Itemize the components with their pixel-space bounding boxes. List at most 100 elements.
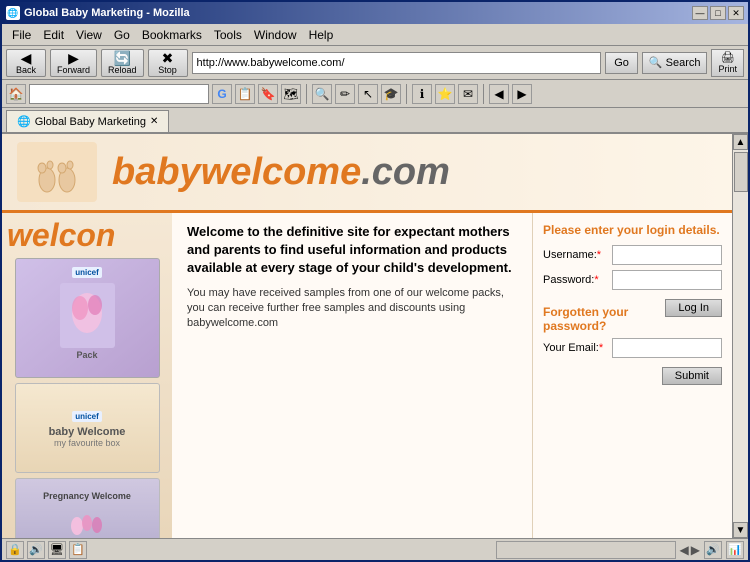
login-button[interactable]: Log In xyxy=(665,299,722,317)
email-input[interactable] xyxy=(612,338,722,358)
hat-icon[interactable]: 🎓 xyxy=(381,84,401,104)
forward-icon: ▶ xyxy=(68,51,79,65)
status-nav-prev[interactable]: ◀ xyxy=(680,543,689,557)
scroll-down-button[interactable]: ▼ xyxy=(733,522,748,538)
username-input[interactable] xyxy=(612,245,722,265)
password-required: * xyxy=(594,274,598,286)
browser-window: 🌐 Global Baby Marketing - Mozilla — □ ✕ … xyxy=(0,0,750,562)
password-label: Password:* xyxy=(543,274,612,286)
back-label: Back xyxy=(16,65,36,75)
scroll-track xyxy=(733,150,748,522)
window-title: Global Baby Marketing - Mozilla xyxy=(24,7,190,19)
scrollbar: ▲ ▼ xyxy=(732,134,748,538)
pencil-icon[interactable]: ✏ xyxy=(335,84,355,104)
baby-welcome-label: baby Welcome xyxy=(49,426,126,438)
baby-welcome-sub: my favourite box xyxy=(54,438,120,448)
welcome-text: welcon xyxy=(7,218,167,253)
star-icon[interactable]: ⭐ xyxy=(435,84,455,104)
search-icon: 🔍 xyxy=(649,56,663,69)
reload-icon: 🔄 xyxy=(114,51,131,65)
login-section: Please enter your login details. Usernam… xyxy=(543,223,722,290)
print-label: Print xyxy=(718,64,737,74)
scroll-thumb[interactable] xyxy=(734,152,748,192)
tab-icon: 🌐 xyxy=(17,115,31,128)
browser-icon: 🌐 xyxy=(6,6,20,20)
username-label: Username:* xyxy=(543,249,612,261)
close-button[interactable]: ✕ xyxy=(728,6,744,20)
site-right-column: Please enter your login details. Usernam… xyxy=(532,213,732,538)
pack-label-1: Pack xyxy=(76,350,97,360)
globe-icon[interactable]: 🔖 xyxy=(258,84,278,104)
logo-baby: babywelcome xyxy=(112,151,361,193)
password-row: Password:* xyxy=(543,270,722,290)
go-button[interactable]: Go xyxy=(605,52,638,74)
pack-card-3: Pregnancy Welcome xyxy=(15,478,160,538)
status-extra-1: 🔊 xyxy=(704,541,722,559)
title-bar: 🌐 Global Baby Marketing - Mozilla — □ ✕ xyxy=(2,2,748,24)
status-icon-3: 🖥 xyxy=(48,541,66,559)
minimize-button[interactable]: — xyxy=(692,6,708,20)
status-bar: 🔒 🔊 🖥 📋 ◀ ▶ 🔊 📊 xyxy=(2,538,748,560)
stop-button[interactable]: ✖ Stop xyxy=(148,49,188,77)
back-button[interactable]: ◀ Back xyxy=(6,49,46,77)
site-main: welcon unicef Pack xyxy=(2,213,732,538)
toolbar2-search-input[interactable] xyxy=(29,84,209,104)
address-bar: ◀ Back ▶ Forward 🔄 Reload ✖ Stop Go 🔍 Se… xyxy=(2,46,748,80)
separator3 xyxy=(483,84,484,104)
print-button[interactable]: 🖨 Print xyxy=(711,49,744,77)
tab-bar: 🌐 Global Baby Marketing ✕ xyxy=(2,108,748,134)
submit-button[interactable]: Submit xyxy=(662,367,722,385)
tab-label: Global Baby Marketing xyxy=(35,116,146,128)
next-icon[interactable]: ▶ xyxy=(512,84,532,104)
g-icon[interactable]: G xyxy=(212,84,232,104)
menu-edit[interactable]: Edit xyxy=(37,26,70,44)
tab-close-button[interactable]: ✕ xyxy=(150,116,158,127)
info-icon[interactable]: ℹ xyxy=(412,84,432,104)
menu-help[interactable]: Help xyxy=(303,26,340,44)
webpage: babywelcome.com welcon unicef xyxy=(2,134,732,538)
search-label: Search xyxy=(666,57,701,69)
password-input[interactable] xyxy=(612,270,722,290)
tab-global-baby[interactable]: 🌐 Global Baby Marketing ✕ xyxy=(6,110,169,132)
menu-view[interactable]: View xyxy=(70,26,108,44)
pack-card-2: unicef baby Welcome my favourite box xyxy=(15,383,160,473)
title-bar-left: 🌐 Global Baby Marketing - Mozilla xyxy=(6,6,190,20)
site-left-column: welcon unicef Pack xyxy=(2,213,172,538)
copy-icon[interactable]: 📋 xyxy=(235,84,255,104)
separator2 xyxy=(406,84,407,104)
menu-bookmarks[interactable]: Bookmarks xyxy=(136,26,208,44)
site-middle-column: Welcome to the definitive site for expec… xyxy=(172,213,532,538)
login-title: Please enter your login details. xyxy=(543,223,722,237)
status-search-input[interactable] xyxy=(496,541,676,559)
unicef-badge: unicef xyxy=(72,267,102,278)
status-icon-4: 📋 xyxy=(69,541,87,559)
menu-tools[interactable]: Tools xyxy=(208,26,248,44)
username-row: Username:* xyxy=(543,245,722,265)
mail-icon[interactable]: ✉ xyxy=(458,84,478,104)
status-nav-next[interactable]: ▶ xyxy=(691,543,700,557)
status-extra-2: 📊 xyxy=(726,541,744,559)
print-icon: 🖨 xyxy=(721,51,735,64)
unicef-badge-2: unicef xyxy=(72,411,102,422)
menu-window[interactable]: Window xyxy=(248,26,303,44)
pregnancy-welcome-label: Pregnancy Welcome xyxy=(43,491,131,501)
search-button[interactable]: 🔍 Search xyxy=(642,52,708,74)
cursor-icon[interactable]: ↖ xyxy=(358,84,378,104)
zoom-icon[interactable]: 🔍 xyxy=(312,84,332,104)
prev-icon[interactable]: ◀ xyxy=(489,84,509,104)
email-required: * xyxy=(599,342,603,354)
forward-button[interactable]: ▶ Forward xyxy=(50,49,97,77)
menu-go[interactable]: Go xyxy=(108,26,136,44)
scroll-up-button[interactable]: ▲ xyxy=(733,134,748,150)
menu-file[interactable]: File xyxy=(6,26,37,44)
site-logo: babywelcome.com xyxy=(112,151,450,194)
address-input-wrap xyxy=(192,52,602,74)
status-nav-icons: ◀ ▶ xyxy=(680,543,700,557)
home-icon[interactable]: 🏠 xyxy=(6,84,26,104)
map-icon[interactable]: 🗺 xyxy=(281,84,301,104)
address-input[interactable] xyxy=(192,52,602,74)
content-area: babywelcome.com welcon unicef xyxy=(2,134,748,538)
forward-label: Forward xyxy=(57,65,90,75)
maximize-button[interactable]: □ xyxy=(710,6,726,20)
reload-button[interactable]: 🔄 Reload xyxy=(101,49,144,77)
